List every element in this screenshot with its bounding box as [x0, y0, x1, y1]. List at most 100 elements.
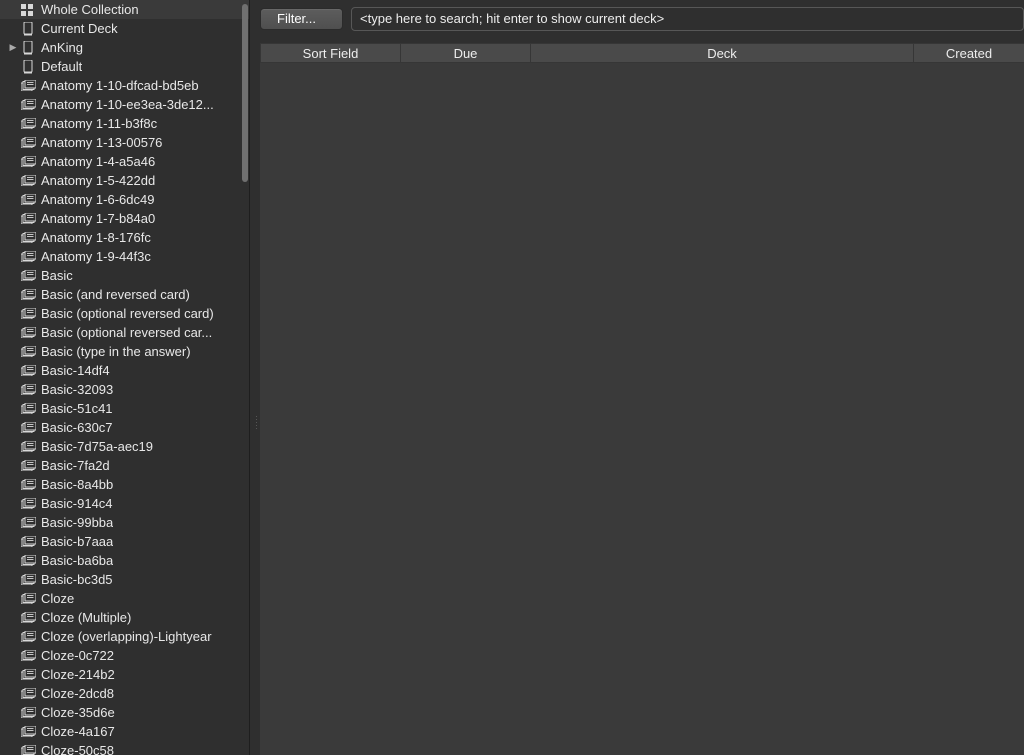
sidebar-item[interactable]: Anatomy 1-11-b3f8c	[0, 114, 249, 133]
note-icon	[20, 649, 36, 662]
sidebar-item[interactable]: Basic-914c4	[0, 494, 249, 513]
sidebar-item[interactable]: Basic-8a4bb	[0, 475, 249, 494]
sidebar-item[interactable]: Whole Collection	[0, 0, 249, 19]
sidebar-item-label: Basic-ba6ba	[41, 553, 113, 568]
sidebar-item[interactable]: Current Deck	[0, 19, 249, 38]
note-icon	[20, 98, 36, 111]
column-created[interactable]: Created	[914, 44, 1024, 62]
sidebar-item-label: Basic-914c4	[41, 496, 113, 511]
note-icon	[20, 212, 36, 225]
sidebar-item[interactable]: Cloze-4a167	[0, 722, 249, 741]
deck-icon	[20, 60, 36, 73]
sidebar-item[interactable]: Anatomy 1-13-00576	[0, 133, 249, 152]
note-icon	[20, 421, 36, 434]
sidebar-item-label: Cloze-50c58	[41, 743, 114, 755]
note-icon	[20, 497, 36, 510]
splitter-handle[interactable]: ·····	[254, 415, 259, 430]
sidebar-item-label: Cloze-2dcd8	[41, 686, 114, 701]
table-header: Sort Field Due Deck Created	[260, 43, 1024, 63]
column-deck[interactable]: Deck	[531, 44, 914, 62]
sidebar-item-label: Basic-8a4bb	[41, 477, 113, 492]
sidebar-item-label: Anatomy 1-6-6dc49	[41, 192, 154, 207]
toolbar: Filter...	[260, 7, 1024, 31]
expand-triangle-icon[interactable]: ▶	[8, 42, 18, 53]
sidebar-item[interactable]: Anatomy 1-8-176fc	[0, 228, 249, 247]
sidebar-scrollbar[interactable]	[242, 4, 248, 182]
sidebar-item[interactable]: Basic-7fa2d	[0, 456, 249, 475]
sidebar-item-label: Cloze (Multiple)	[41, 610, 131, 625]
note-icon	[20, 687, 36, 700]
sidebar-item[interactable]: Cloze-0c722	[0, 646, 249, 665]
sidebar-item-label: Anatomy 1-11-b3f8c	[41, 116, 157, 131]
sidebar-item-label: Basic (optional reversed car...	[41, 325, 212, 340]
sidebar-item-label: Basic-14df4	[41, 363, 110, 378]
note-icon	[20, 535, 36, 548]
sidebar-item-label: Basic-b7aaa	[41, 534, 113, 549]
note-icon	[20, 307, 36, 320]
sidebar-item[interactable]: Basic-14df4	[0, 361, 249, 380]
sidebar-item[interactable]: Anatomy 1-10-dfcad-bd5eb	[0, 76, 249, 95]
sidebar-item-label: Anatomy 1-8-176fc	[41, 230, 151, 245]
sidebar-item[interactable]: Basic (optional reversed car...	[0, 323, 249, 342]
sidebar-item[interactable]: Cloze	[0, 589, 249, 608]
note-icon	[20, 79, 36, 92]
sidebar-item[interactable]: Basic	[0, 266, 249, 285]
note-icon	[20, 706, 36, 719]
sidebar-item[interactable]: Basic-bc3d5	[0, 570, 249, 589]
sidebar-item[interactable]: Basic-51c41	[0, 399, 249, 418]
note-icon	[20, 573, 36, 586]
note-icon	[20, 269, 36, 282]
sidebar-item-label: Basic-7fa2d	[41, 458, 110, 473]
note-icon	[20, 174, 36, 187]
sidebar-item-label: Anatomy 1-9-44f3c	[41, 249, 151, 264]
sidebar-item[interactable]: ▶AnKing	[0, 38, 249, 57]
sidebar-item[interactable]: Basic-7d75a-aec19	[0, 437, 249, 456]
sidebar-item[interactable]: Cloze-50c58	[0, 741, 249, 755]
sidebar-item[interactable]: Anatomy 1-5-422dd	[0, 171, 249, 190]
sidebar-item-label: Basic (optional reversed card)	[41, 306, 214, 321]
sidebar-item[interactable]: Basic (optional reversed card)	[0, 304, 249, 323]
sidebar-item[interactable]: Anatomy 1-9-44f3c	[0, 247, 249, 266]
note-icon	[20, 592, 36, 605]
table-body	[260, 63, 1024, 755]
note-icon	[20, 611, 36, 624]
sidebar-item[interactable]: Anatomy 1-4-a5a46	[0, 152, 249, 171]
sidebar-item[interactable]: Basic-630c7	[0, 418, 249, 437]
sidebar-item[interactable]: Basic-ba6ba	[0, 551, 249, 570]
sidebar-item-label: Basic-630c7	[41, 420, 113, 435]
note-icon	[20, 630, 36, 643]
sidebar-item[interactable]: Basic-b7aaa	[0, 532, 249, 551]
note-icon	[20, 117, 36, 130]
note-icon	[20, 326, 36, 339]
filter-button[interactable]: Filter...	[260, 8, 343, 30]
collection-icon	[20, 3, 36, 16]
sidebar-item-label: Basic	[41, 268, 73, 283]
column-sort-field[interactable]: Sort Field	[261, 44, 401, 62]
sidebar-item[interactable]: Anatomy 1-6-6dc49	[0, 190, 249, 209]
note-icon	[20, 440, 36, 453]
sidebar-item[interactable]: Cloze-214b2	[0, 665, 249, 684]
sidebar-item[interactable]: Cloze-35d6e	[0, 703, 249, 722]
sidebar-item-label: Cloze-35d6e	[41, 705, 115, 720]
column-due[interactable]: Due	[401, 44, 531, 62]
sidebar-item[interactable]: Cloze (overlapping)-Lightyear	[0, 627, 249, 646]
sidebar-item[interactable]: Anatomy 1-7-b84a0	[0, 209, 249, 228]
sidebar-item[interactable]: Default	[0, 57, 249, 76]
sidebar-item[interactable]: Basic (type in the answer)	[0, 342, 249, 361]
sidebar: Whole CollectionCurrent Deck▶AnKingDefau…	[0, 0, 250, 755]
deck-icon	[20, 41, 36, 54]
sidebar-item[interactable]: Anatomy 1-10-ee3ea-3de12...	[0, 95, 249, 114]
sidebar-item[interactable]: Basic-32093	[0, 380, 249, 399]
sidebar-item[interactable]: Basic (and reversed card)	[0, 285, 249, 304]
sidebar-item[interactable]: Basic-99bba	[0, 513, 249, 532]
sidebar-item[interactable]: Cloze-2dcd8	[0, 684, 249, 703]
sidebar-item[interactable]: Cloze (Multiple)	[0, 608, 249, 627]
sidebar-item-label: Basic (and reversed card)	[41, 287, 190, 302]
sidebar-item-label: Anatomy 1-10-dfcad-bd5eb	[41, 78, 199, 93]
sidebar-item-label: Cloze-0c722	[41, 648, 114, 663]
note-icon	[20, 136, 36, 149]
search-input[interactable]	[351, 7, 1024, 31]
sidebar-item-label: Anatomy 1-5-422dd	[41, 173, 155, 188]
deck-icon	[20, 22, 36, 35]
note-icon	[20, 554, 36, 567]
